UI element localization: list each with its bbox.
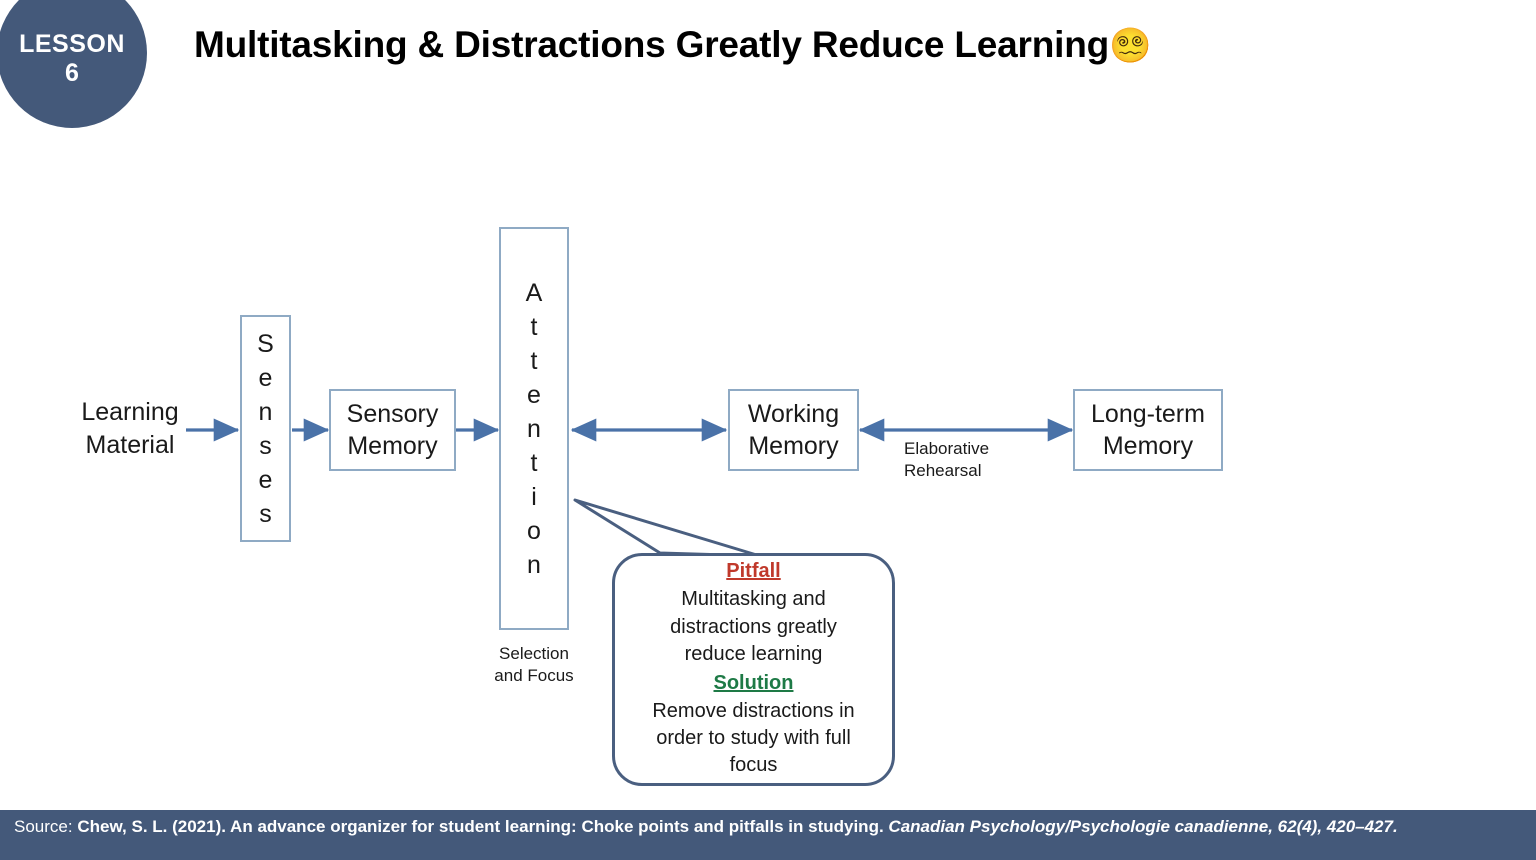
elaborative-rehearsal-line-1: Elaborative xyxy=(904,439,990,458)
attention-box: A t t e n t i o n xyxy=(499,227,569,630)
attention-caption-line-1: Selection xyxy=(499,644,569,663)
attention-box-label: A t t e n t i o n xyxy=(526,276,543,582)
lesson-badge-number: 6 xyxy=(65,59,79,88)
learning-material-line-1: Learning xyxy=(81,398,179,426)
attention-letter: t xyxy=(530,346,538,375)
senses-letter: s xyxy=(259,499,272,528)
attention-letter: i xyxy=(531,482,537,511)
senses-letter: S xyxy=(257,329,274,358)
long-term-memory-line-2: Memory xyxy=(1102,432,1194,460)
slide-canvas: LESSON 6 Multitasking & Distractions Gre… xyxy=(0,0,1536,860)
page-title-text: Multitasking & Distractions Greatly Redu… xyxy=(194,24,1109,65)
attention-letter: n xyxy=(527,550,541,579)
callout-solution-line: focus xyxy=(729,754,778,777)
attention-letter: n xyxy=(527,414,541,443)
attention-letter: t xyxy=(530,312,538,341)
working-memory-box: Working Memory xyxy=(728,389,859,471)
source-reference: Chew, S. L. (2021). An advance organizer… xyxy=(77,817,884,836)
dizzy-face-icon: 😵‍💫 xyxy=(1109,27,1152,65)
pitfall-solution-callout: Pitfall Multitasking and distractions gr… xyxy=(612,553,895,786)
attention-caption: Selection and Focus xyxy=(479,643,589,687)
learning-material-line-2: Material xyxy=(85,430,175,459)
working-memory-line-2: Memory xyxy=(748,432,839,460)
long-term-memory-box: Long-term Memory xyxy=(1073,389,1223,471)
callout-pitfall-line: reduce learning xyxy=(684,643,823,666)
senses-letter: s xyxy=(259,431,272,460)
callout-solution-heading: Solution xyxy=(713,671,794,694)
source-volume: (4), 420–427. xyxy=(1296,817,1398,836)
lesson-badge-word: LESSON xyxy=(19,29,125,58)
lesson-badge: LESSON 6 xyxy=(0,0,147,128)
page-title: Multitasking & Distractions Greatly Redu… xyxy=(194,24,1151,66)
senses-box-label: S e n s e s xyxy=(257,327,274,531)
source-journal: Canadian Psychology/Psychologie canadien… xyxy=(888,817,1297,836)
attention-caption-line-2: and Focus xyxy=(494,666,574,686)
sensory-memory-line-1: Sensory xyxy=(346,400,439,428)
senses-letter: e xyxy=(258,363,273,392)
callout-solution-line: Remove distractions in xyxy=(652,699,855,722)
elaborative-rehearsal-line-2: Rehearsal xyxy=(904,461,982,481)
working-memory-line-1: Working xyxy=(747,400,840,428)
attention-letter: o xyxy=(527,516,541,545)
callout-pitfall-heading: Pitfall xyxy=(726,560,781,583)
attention-letter: t xyxy=(530,448,538,477)
callout-pitfall-line: Multitasking and xyxy=(681,588,826,611)
senses-box: S e n s e s xyxy=(240,315,291,542)
source-label: Source: xyxy=(14,817,73,836)
attention-letter: e xyxy=(527,380,541,409)
attention-letter: A xyxy=(525,278,543,307)
callout-solution-line: order to study with full xyxy=(656,726,851,749)
source-citation-bar: Source: Chew, S. L. (2021). An advance o… xyxy=(0,810,1536,860)
senses-letter: e xyxy=(258,465,273,494)
callout-pitfall-line: distractions greatly xyxy=(670,615,837,638)
sensory-memory-box: Sensory Memory xyxy=(329,389,456,471)
sensory-memory-line-2: Memory xyxy=(347,432,438,460)
learning-material-label: Learning Material xyxy=(74,396,186,461)
long-term-memory-line-1: Long-term xyxy=(1091,400,1205,428)
senses-letter: n xyxy=(258,397,273,426)
elaborative-rehearsal-label: Elaborative Rehearsal xyxy=(904,438,1030,482)
